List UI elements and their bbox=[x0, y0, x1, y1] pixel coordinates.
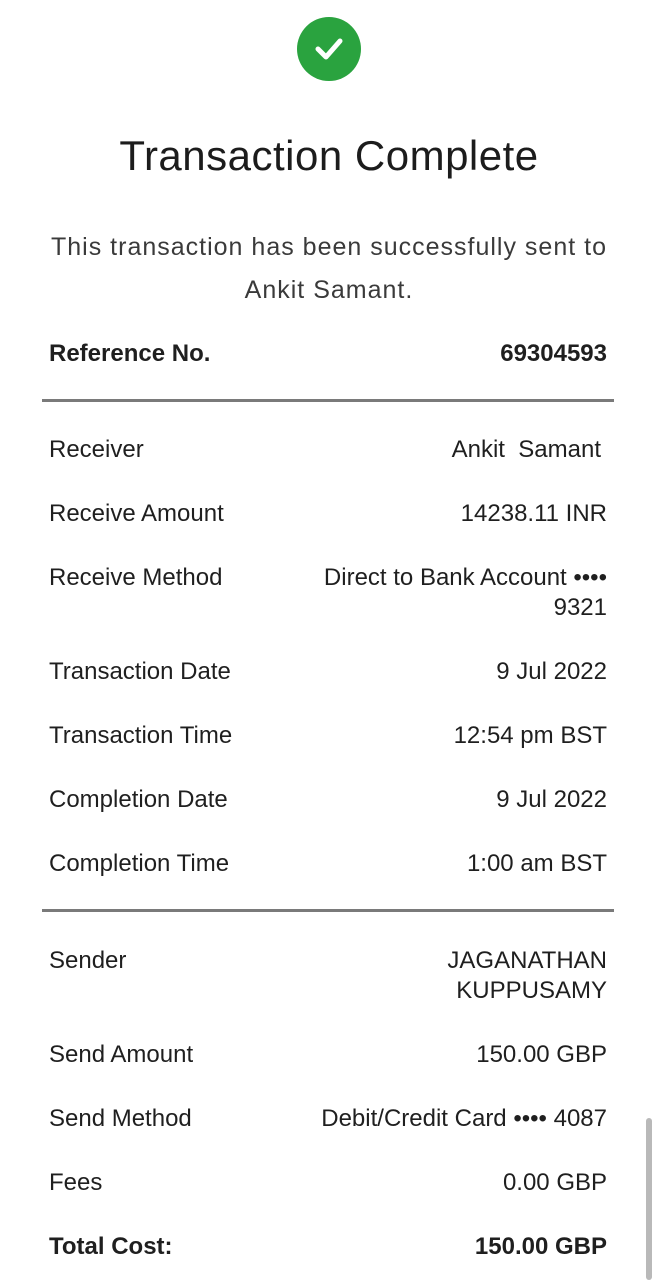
detail-label: Completion Time bbox=[49, 850, 230, 877]
detail-row-fees: Fees 0.00 GBP bbox=[49, 1168, 607, 1198]
check-circle-icon bbox=[297, 17, 361, 81]
detail-label: Fees bbox=[49, 1169, 103, 1196]
detail-value: Direct to Bank Account •••• 9321 bbox=[323, 564, 607, 621]
detail-row-send-method: Send Method Debit/Credit Card •••• 4087 bbox=[49, 1104, 607, 1134]
detail-row-receive-method: Receive Method Direct to Bank Account ••… bbox=[49, 563, 607, 623]
divider bbox=[42, 399, 614, 402]
detail-value: JAGANATHAN KUPPUSAMY bbox=[447, 947, 607, 1004]
detail-label: Receive Method bbox=[49, 564, 223, 591]
reference-label: Reference No. bbox=[49, 340, 211, 367]
detail-row-completion-date: Completion Date 9 Jul 2022 bbox=[49, 785, 607, 815]
detail-value: 12:54 pm BST bbox=[453, 722, 607, 749]
detail-row-transaction-date: Transaction Date 9 Jul 2022 bbox=[49, 657, 607, 687]
detail-label: Receive Amount bbox=[49, 500, 224, 527]
detail-label: Send Method bbox=[49, 1105, 192, 1132]
detail-value: 1:00 am BST bbox=[466, 850, 607, 877]
detail-row-completion-time: Completion Time 1:00 am BST bbox=[49, 849, 607, 879]
detail-row-receive-amount: Receive Amount 14238.11 INR bbox=[49, 499, 607, 529]
detail-row-sender: Sender JAGANATHAN KUPPUSAMY bbox=[49, 946, 607, 1006]
detail-value: Ankit Samant bbox=[451, 436, 601, 463]
total-cost-label: Total Cost: bbox=[49, 1233, 173, 1260]
detail-label: Completion Date bbox=[49, 786, 228, 813]
divider bbox=[42, 909, 614, 912]
detail-row-transaction-time: Transaction Time 12:54 pm BST bbox=[49, 721, 607, 751]
page-title: Transaction Complete bbox=[119, 132, 539, 179]
detail-value: 14238.11 INR bbox=[460, 500, 607, 527]
detail-row-send-amount: Send Amount 150.00 GBP bbox=[49, 1040, 607, 1070]
scrollbar[interactable] bbox=[646, 1118, 652, 1280]
detail-value: 9 Jul 2022 bbox=[496, 786, 607, 813]
confirmation-message: This transaction has been successfully s… bbox=[51, 233, 607, 304]
reference-value: 69304593 bbox=[500, 340, 607, 367]
detail-value: 9 Jul 2022 bbox=[496, 658, 607, 685]
detail-label: Transaction Date bbox=[49, 658, 231, 685]
detail-label: Transaction Time bbox=[49, 722, 233, 749]
reference-row: Reference No. 69304593 bbox=[49, 339, 607, 369]
detail-value: Debit/Credit Card •••• 4087 bbox=[321, 1105, 607, 1132]
detail-row-receiver: Receiver Ankit Samant bbox=[49, 435, 607, 465]
detail-value: 150.00 GBP bbox=[476, 1041, 607, 1068]
detail-label: Sender bbox=[49, 947, 127, 974]
total-cost-value: 150.00 GBP bbox=[474, 1233, 607, 1260]
detail-value: 0.00 GBP bbox=[502, 1169, 607, 1196]
detail-label: Send Amount bbox=[49, 1041, 194, 1068]
total-cost-row: Total Cost: 150.00 GBP bbox=[49, 1232, 607, 1262]
detail-label: Receiver bbox=[49, 436, 144, 463]
